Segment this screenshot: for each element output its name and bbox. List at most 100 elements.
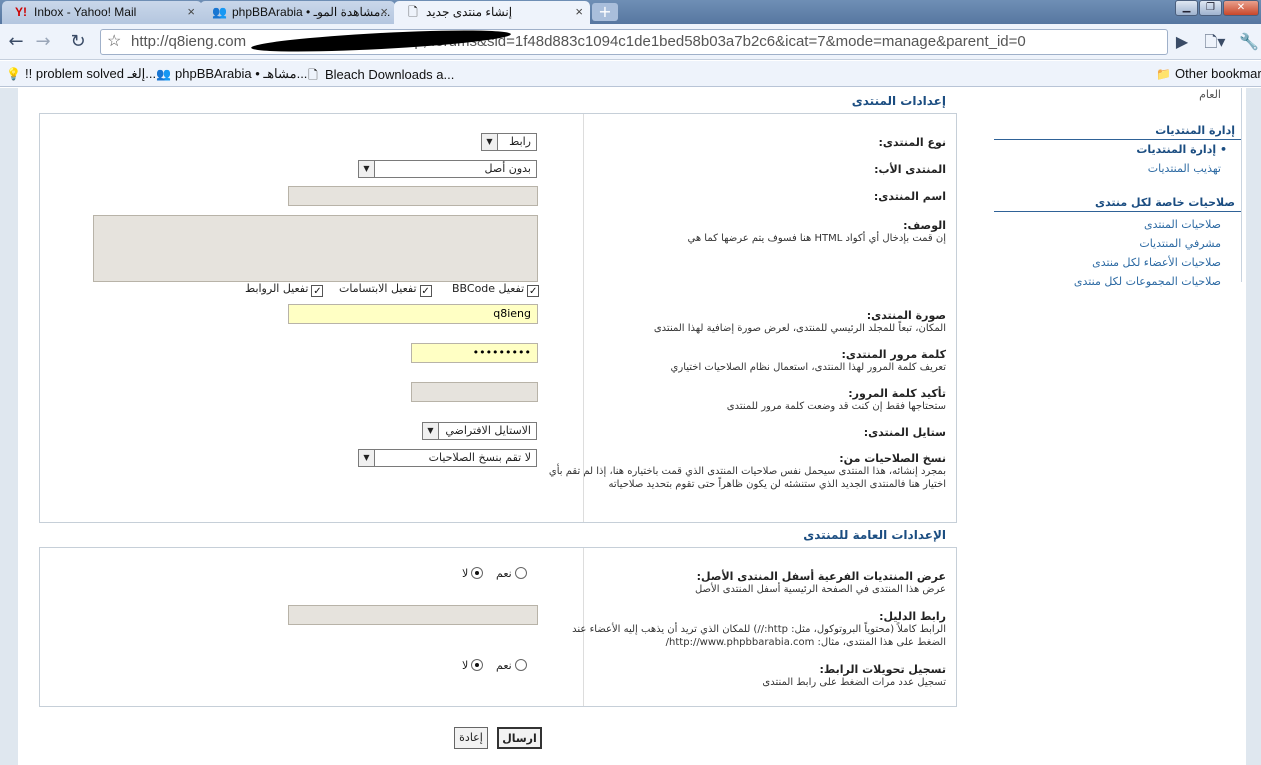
back-icon[interactable]: ←	[4, 30, 28, 54]
tab-bar: Y! Inbox - Yahoo! Mail × 👥 phpBBArabia •…	[0, 0, 1261, 24]
parent-label: المنتدى الأب:	[874, 163, 946, 176]
new-tab-button[interactable]: +	[592, 3, 618, 21]
tab-phpbbarabia[interactable]: 👥 phpBBArabia • مشاهدة الموـ... ×	[200, 1, 395, 24]
check-icon: ✓	[311, 285, 324, 297]
bookmark-label: !! problem solved إلغـ...	[25, 66, 157, 81]
track-redirects-no-radio[interactable]: لا	[462, 659, 484, 672]
show-subforums-help: عرض هذا المنتدى في الصفحة الرئيسية أسفل …	[694, 584, 946, 595]
close-window-icon[interactable]: ✕	[1223, 0, 1259, 16]
acp-sidebar: العام إدارة المنتديات • إدارة المنتديات …	[994, 88, 1242, 288]
close-icon[interactable]: ×	[187, 1, 195, 23]
show-subforums-no-radio[interactable]: لا	[462, 567, 484, 580]
forum-image-input[interactable]: q8ieng	[288, 304, 538, 324]
sidebar-item-label: إدارة المنتديات	[1136, 143, 1217, 156]
parent-select[interactable]: بدون أصل ▼	[358, 160, 537, 178]
reload-icon[interactable]: ↻	[66, 30, 90, 54]
address-bar[interactable]: ☆ http://q8ieng.com 3p; forums&sid=1f48d8…	[100, 29, 1168, 55]
image-label: صورة المنتدى: المكان، تبعاً للمجلد الرئي…	[546, 309, 946, 335]
name-label: اسم المنتدى:	[873, 190, 946, 203]
folder-icon: 📁	[1156, 67, 1171, 81]
password-label: كلمة مرور المنتدى: تعريف كلمة المرور لهذ…	[546, 348, 946, 374]
tab-title: Inbox - Yahoo! Mail	[34, 5, 137, 19]
show-subforums-label: عرض المنتديات الفرعية أسفل المنتدى الأصل…	[546, 570, 946, 596]
forum-name-input[interactable]	[288, 186, 538, 206]
links-checkbox[interactable]: ✓تفعيل الروابط	[245, 282, 324, 297]
select-value: الاستايل الافتراضي	[445, 424, 531, 437]
close-icon[interactable]: ×	[575, 1, 583, 23]
sidebar-group-forums-title[interactable]: إدارة المنتديات	[994, 122, 1241, 140]
sidebar-item-group-forum-permissions[interactable]: صلاحيات المجموعات لكل منتدى	[994, 272, 1241, 291]
chevron-down-icon: ▼	[359, 450, 375, 466]
radio-label: لا	[462, 567, 469, 580]
chevron-down-icon: ▼	[359, 161, 375, 177]
copy-permissions-label: نسخ الصلاحيات من: بمجرد إنشائه، هذا المن…	[546, 452, 946, 491]
settings-panel: نوع المنتدى: رابط ▼ المنتدى الأب: بدون أ…	[39, 113, 957, 523]
sidebar-item-user-forum-permissions[interactable]: صلاحيات الأعضاء لكل منتدى	[994, 253, 1241, 272]
forum-type-label: نوع المنتدى:	[878, 136, 946, 149]
bookmarks-bar: 💡 !! problem solved إلغـ... 👥 phpBBArabia …	[0, 61, 1261, 87]
bullet-icon: •	[1216, 143, 1227, 156]
tab-new-forum[interactable]: 🗋 إنشاء منتدى جديد ×	[394, 1, 590, 24]
smilies-checkbox[interactable]: ✓تفعيل الابتسامات	[339, 282, 432, 297]
radio-selected-icon	[471, 567, 484, 579]
forum-type-select[interactable]: رابط ▼	[481, 133, 537, 151]
sidebar-item-manage-forums[interactable]: • إدارة المنتديات	[994, 140, 1241, 159]
bookmark-problem-solved[interactable]: 💡 !! problem solved إلغـ...	[6, 66, 156, 82]
chevron-down-icon: ▼	[423, 423, 439, 439]
other-bookmarks[interactable]: 📁 Other bookmarks	[1156, 66, 1261, 81]
sidebar-item-forum-moderators[interactable]: مشرفي المنتديات	[994, 234, 1241, 253]
radio-icon	[514, 659, 527, 671]
wrench-icon[interactable]: 🔧	[1237, 30, 1261, 54]
confirm-password-input[interactable]	[411, 382, 538, 402]
page-menu-icon[interactable]: 🗋▾	[1203, 30, 1227, 54]
bulb-icon: 💡	[6, 67, 21, 81]
tab-yahoo-mail[interactable]: Y! Inbox - Yahoo! Mail ×	[2, 1, 202, 24]
window-controls: ▁ ❐ ✕	[1175, 0, 1259, 16]
reset-button[interactable]: إعادة	[454, 727, 488, 749]
sidebar-item-forum-permissions[interactable]: صلاحيات المنتدى	[994, 212, 1241, 234]
confirm-password-label: تأكيد كلمة المرور: ستحتاجها فقط إن كنت ق…	[546, 387, 946, 413]
select-value: رابط	[509, 135, 531, 148]
minimize-icon[interactable]: ▁	[1175, 0, 1198, 16]
other-bookmarks-label: Other bookmarks	[1175, 66, 1261, 81]
bbcode-checkbox[interactable]: ✓تفعيل BBCode	[452, 282, 540, 297]
style-select[interactable]: الاستايل الافتراضي ▼	[422, 422, 537, 440]
description-help: إن قمت بإدخال أي أكواد HTML هنا فسوف يتم…	[687, 233, 946, 244]
radio-selected-icon	[471, 659, 484, 671]
sidebar-item-prune-forums[interactable]: تهذيب المنتديات	[994, 159, 1241, 178]
settings-title: إعدادات المنتدى	[851, 94, 946, 108]
submit-button[interactable]: ارسال	[497, 727, 542, 749]
star-icon[interactable]: ☆	[107, 30, 121, 54]
check-icon: ✓	[419, 285, 432, 297]
confirm-password-help: ستحتاجها فقط إن كنت قد وضعت كلمة مرور لل…	[726, 401, 946, 412]
forum-link-input[interactable]	[288, 605, 538, 625]
description-textarea[interactable]	[93, 215, 538, 282]
maximize-icon[interactable]: ❐	[1199, 0, 1222, 16]
url-prefix: http://q8ieng.com	[131, 33, 247, 50]
sidebar-group-permissions-title[interactable]: صلاحيات خاصة لكل منتدى	[994, 194, 1241, 212]
check-icon: ✓	[527, 285, 540, 297]
close-icon[interactable]: ×	[380, 1, 388, 23]
sidebar-partial-item[interactable]: العام	[994, 88, 1241, 104]
track-redirects-yes-radio[interactable]: نعم	[496, 659, 527, 672]
description-label: الوصف: إن قمت بإدخال أي أكواد HTML هنا ف…	[546, 219, 946, 245]
show-subforums-yes-radio[interactable]: نعم	[496, 567, 527, 580]
forum-password-input[interactable]: •••••••••	[411, 343, 538, 363]
forward-icon[interactable]: →	[31, 30, 55, 54]
general-settings-title: الإعدادات العامة للمنتدى	[803, 528, 946, 542]
copy-permissions-select[interactable]: لا تقم بنسخ الصلاحيات ▼	[358, 449, 537, 467]
forum-link-help: الرابط كاملاً (محتوياً البروتوكول، مثل: …	[572, 624, 946, 648]
track-redirects-label: تسجيل تحويلات الرابط: تسجيل عدد مرات الض…	[546, 663, 946, 689]
forum-link-label: رابط الدليل: الرابط كاملاً (محتوياً البر…	[541, 610, 946, 649]
bookmark-bleach[interactable]: 🗋 Bleach Downloads a...	[306, 66, 454, 87]
copy-permissions-help: بمجرد إنشائه، هذا المنتدى سيحمل نفس صلاح…	[548, 466, 946, 490]
radio-label: نعم	[496, 659, 512, 672]
page-icon: 🗋	[308, 68, 318, 82]
yahoo-icon: Y!	[15, 5, 27, 19]
select-value: بدون أصل	[484, 162, 531, 175]
tab-title: إنشاء منتدى جديد	[426, 5, 513, 19]
image-help: المكان، تبعاً للمجلد الرئيسي للمنتدى، لع…	[653, 323, 946, 334]
browser-toolbar: ← → ↻ ☆ http://q8ieng.com 3p; forums&sid=…	[0, 24, 1261, 60]
go-icon[interactable]: ▶	[1170, 30, 1194, 54]
bookmark-phpbbarabia[interactable]: 👥 phpBBArabia • مشاهـ...	[156, 66, 307, 82]
